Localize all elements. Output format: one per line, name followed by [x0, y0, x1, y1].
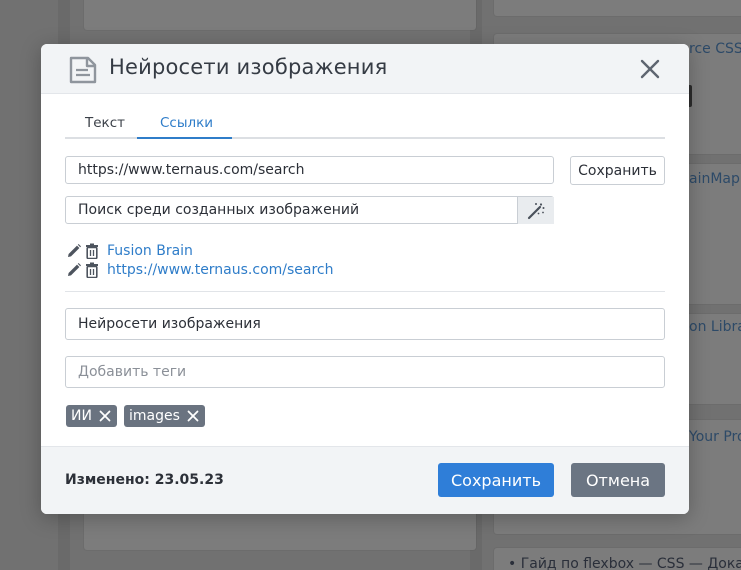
magic-wand-button[interactable] [517, 197, 554, 224]
remove-tag-icon[interactable] [186, 409, 200, 423]
modal-body: Текст Ссылки https://www.ternaus.com/sea… [41, 94, 689, 446]
trash-icon[interactable] [84, 262, 100, 278]
link-label[interactable]: https://www.ternaus.com/search [107, 262, 334, 278]
link-label[interactable]: Fusion Brain [107, 243, 193, 259]
background-snippet: on Libra [689, 319, 741, 335]
close-icon[interactable] [639, 58, 661, 80]
link-item: Fusion Brain [66, 241, 193, 260]
cancel-button[interactable]: Отмена [571, 463, 665, 497]
background-snippet: rce CSS [689, 41, 741, 57]
background-card [494, 0, 741, 16]
tags-input[interactable]: Добавить теги [65, 356, 665, 388]
background-card [84, 0, 476, 30]
magic-wand-icon [527, 202, 545, 219]
link-item: https://www.ternaus.com/search [66, 260, 334, 279]
tag-label: images [129, 408, 180, 424]
tag-label: ИИ [71, 408, 92, 424]
tab-bar: Текст Ссылки [65, 109, 665, 139]
modal-header: Нейросети изображения [41, 44, 689, 94]
link-description-input[interactable]: Поиск среди созданных изображений [65, 196, 554, 224]
modified-date: Изменено: 23.05.23 [65, 472, 224, 488]
background-snippet: ainMap [689, 171, 740, 187]
name-input[interactable]: Нейросети изображения [65, 308, 665, 340]
divider [65, 291, 665, 292]
tag-chip: ИИ [66, 405, 117, 427]
trash-icon[interactable] [84, 243, 100, 259]
modal-footer: Изменено: 23.05.23 Сохранить Отмена [41, 446, 689, 514]
tab-links[interactable]: Ссылки [160, 115, 213, 131]
save-link-button[interactable]: Сохранить [570, 156, 665, 185]
modal-title: Нейросети изображения [109, 55, 388, 79]
active-tab-indicator [137, 137, 232, 139]
pencil-icon[interactable] [66, 243, 82, 259]
url-input[interactable]: https://www.ternaus.com/search [65, 156, 554, 184]
background-snippet: Your Pro [689, 429, 741, 445]
remove-tag-icon[interactable] [98, 409, 112, 423]
document-icon [69, 56, 97, 84]
background-snippet: • Гайд по flexbox — CSS — Дока [508, 556, 741, 570]
link-description-value: Поиск среди созданных изображений [78, 202, 360, 218]
tab-text[interactable]: Текст [85, 115, 125, 131]
bookmark-edit-modal: Нейросети изображения Текст Ссылки https… [41, 44, 689, 514]
tag-chip: images [124, 405, 205, 427]
pencil-icon[interactable] [66, 262, 82, 278]
save-button[interactable]: Сохранить [438, 463, 554, 497]
